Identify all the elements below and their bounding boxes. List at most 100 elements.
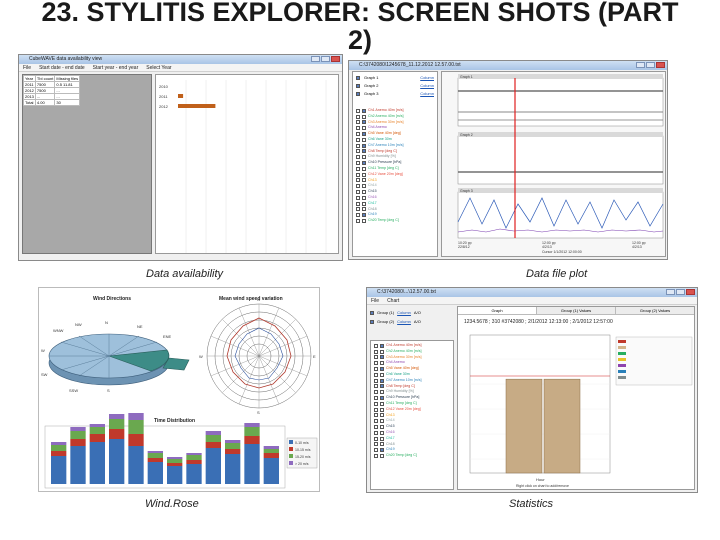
channel-checkbox[interactable] [356,172,360,177]
channel-checkbox[interactable] [362,219,366,224]
channel-checkbox[interactable] [374,349,378,354]
channel-checkbox[interactable] [362,149,366,154]
channel-checkbox[interactable] [356,120,360,125]
channel-checkbox[interactable] [380,401,384,406]
graph-selector-value[interactable]: Column [420,82,434,90]
channel-checkbox[interactable] [380,419,384,424]
close-button[interactable] [656,62,665,68]
channel-checkbox[interactable] [356,184,360,189]
channel-checkbox[interactable] [374,401,378,406]
channel-checkbox[interactable] [374,430,378,435]
channel-checkbox[interactable] [362,184,366,189]
channel-checkbox[interactable] [362,108,366,113]
channel-checkbox[interactable] [356,143,360,148]
channel-checkbox[interactable] [356,137,360,142]
channel-checkbox[interactable] [362,172,366,177]
channel-checkbox[interactable] [374,390,378,395]
channel-checkbox[interactable] [374,425,378,430]
channel-checkbox[interactable] [362,143,366,148]
channel-checkbox[interactable] [356,178,360,183]
channel-checkbox[interactable] [362,213,366,218]
channel-checkbox[interactable] [374,448,378,453]
channel-checkbox[interactable] [362,166,366,171]
menu-start-end-year[interactable]: Start year - end year [93,64,139,71]
column-header[interactable]: Missing files [54,75,81,82]
group-link[interactable]: Column [397,317,411,326]
minimize-button[interactable] [636,62,645,68]
channel-checkbox[interactable] [380,372,384,377]
graph-selector-2[interactable]: Graph 2 Column [356,82,434,90]
table-row[interactable]: Total 4.00 30 [23,99,81,106]
channel-checkbox[interactable] [374,343,378,348]
menu-chart[interactable]: Chart [387,297,399,304]
channel-checkbox[interactable] [356,126,360,131]
minimize-button[interactable] [311,56,320,62]
channel-checkbox[interactable] [362,114,366,119]
channel-checkbox[interactable] [356,108,360,113]
channel-checkbox[interactable] [356,114,360,119]
channel-checkbox[interactable] [374,367,378,372]
channel-checkbox[interactable] [380,384,384,389]
channel-checkbox[interactable] [356,201,360,206]
channel-checkbox[interactable] [380,343,384,348]
group-2-row[interactable]: Group (2) Column A/O [370,317,454,326]
graph-selector-value[interactable]: Column [420,74,434,82]
channel-checkbox[interactable] [356,195,360,200]
channel-checkbox[interactable] [362,155,366,160]
menu-file[interactable]: File [371,297,379,304]
channel-row[interactable]: Ch20 Temp [deg C] [356,218,437,224]
channel-checkbox[interactable] [380,425,384,430]
channel-checkbox[interactable] [374,361,378,366]
channel-row[interactable]: Ch20 Temp [deg C] [374,453,453,459]
channel-checkbox[interactable] [380,367,384,372]
channel-checkbox[interactable] [380,407,384,412]
channel-checkbox[interactable] [374,442,378,447]
channel-checkbox[interactable] [380,349,384,354]
channel-checkbox[interactable] [380,355,384,360]
channel-checkbox[interactable] [374,378,378,383]
tab-group-1-values[interactable]: Group (1) Values [537,307,616,314]
channel-checkbox[interactable] [362,178,366,183]
channel-checkbox[interactable] [374,413,378,418]
channel-checkbox[interactable] [362,195,366,200]
group-link[interactable]: Column [397,308,411,317]
maximize-button[interactable] [321,56,330,62]
channel-checkbox[interactable] [356,213,360,218]
channel-checkbox[interactable] [362,120,366,125]
menu-select-year[interactable]: Select Year [146,64,171,71]
channel-checkbox[interactable] [362,201,366,206]
close-button[interactable] [686,289,695,295]
graph-selector-3[interactable]: Graph 3 Column [356,90,434,98]
channel-checkbox[interactable] [362,126,366,131]
channel-checkbox[interactable] [374,384,378,389]
graph-selector-1[interactable]: Graph 1 Column [356,74,434,82]
channel-checkbox[interactable] [356,207,360,212]
menu-file[interactable]: File [23,64,31,71]
channel-checkbox[interactable] [356,166,360,171]
channel-checkbox[interactable] [374,355,378,360]
channel-checkbox[interactable] [380,442,384,447]
channel-checkbox[interactable] [356,132,360,137]
channel-checkbox[interactable] [380,430,384,435]
channel-checkbox[interactable] [374,419,378,424]
maximize-button[interactable] [646,62,655,68]
channel-checkbox[interactable] [374,454,378,459]
tab-group-2-values[interactable]: Group (2) Values [616,307,694,314]
maximize-button[interactable] [676,289,685,295]
channel-checkbox[interactable] [380,390,384,395]
channel-checkbox[interactable] [362,132,366,137]
channel-checkbox[interactable] [374,436,378,441]
channel-checkbox[interactable] [356,155,360,160]
channel-checkbox[interactable] [380,436,384,441]
close-button[interactable] [331,56,340,62]
channel-checkbox[interactable] [380,361,384,366]
channel-checkbox[interactable] [362,161,366,166]
menu-start-end-date[interactable]: Start date - end date [39,64,85,71]
channel-checkbox[interactable] [374,372,378,377]
channel-checkbox[interactable] [380,396,384,401]
group-1-row[interactable]: Group (1) Column A/O [370,308,454,317]
channel-checkbox[interactable] [356,219,360,224]
tab-graph[interactable]: Graph [458,307,537,314]
graph-selector-value[interactable]: Column [420,90,434,98]
channel-checkbox[interactable] [356,149,360,154]
